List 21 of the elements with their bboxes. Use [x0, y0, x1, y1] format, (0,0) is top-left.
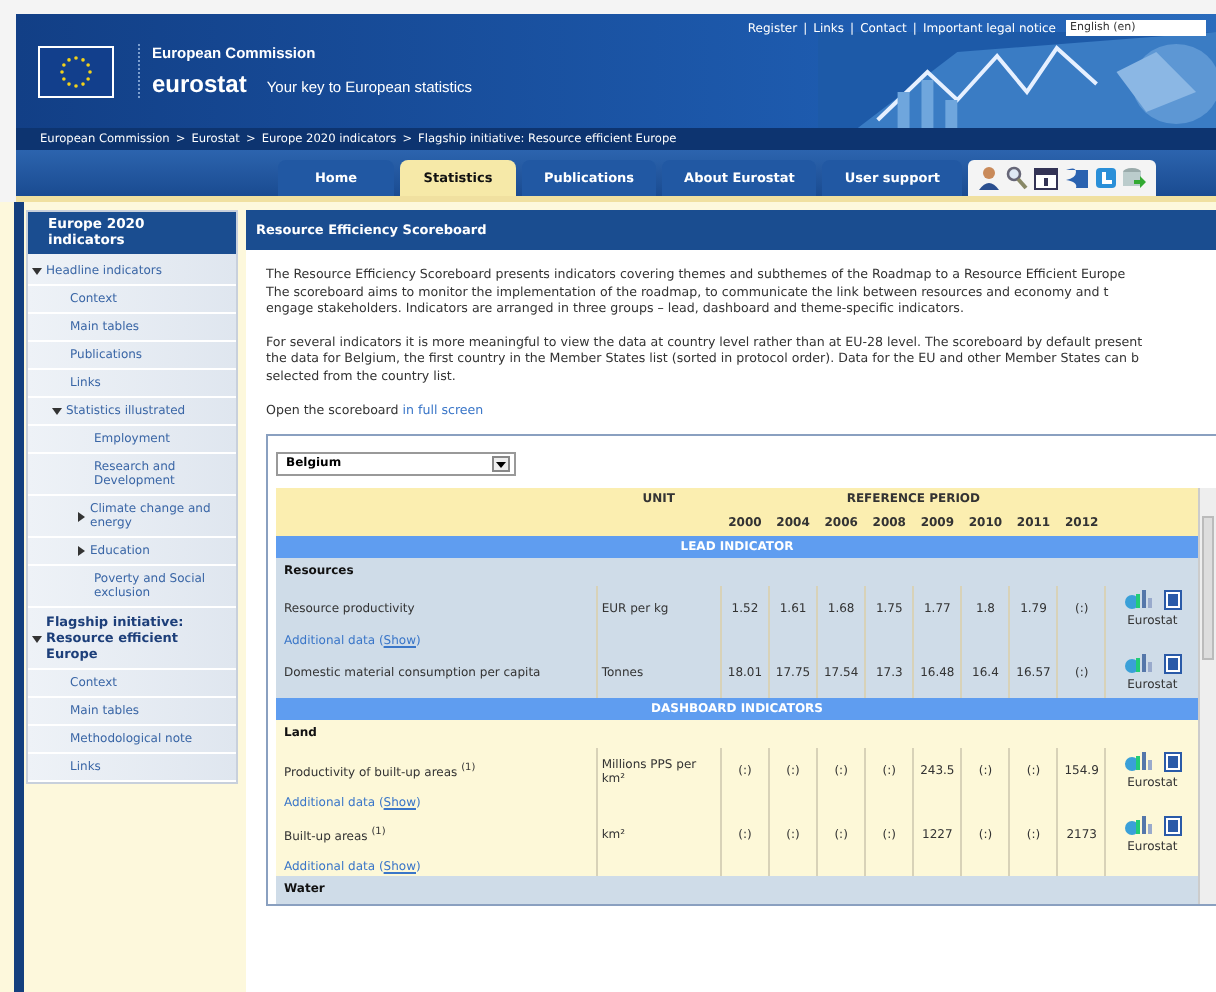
chart-icon[interactable]	[1123, 590, 1152, 611]
document-icon[interactable]	[1163, 752, 1182, 773]
caret-icon[interactable]	[52, 406, 62, 416]
chart-icon[interactable]	[1123, 752, 1152, 773]
calendar-icon[interactable]	[1034, 166, 1059, 190]
caret-icon[interactable]	[76, 511, 86, 521]
database-icon[interactable]	[1122, 166, 1147, 190]
brand-logo[interactable]: eurostat	[152, 70, 247, 98]
flag-icon	[38, 45, 114, 97]
document-icon[interactable]	[1163, 590, 1182, 611]
caret-icon[interactable]	[32, 266, 42, 276]
dropdown-icon[interactable]	[492, 455, 510, 472]
search-icon[interactable]	[1006, 166, 1029, 190]
chart-icon[interactable]	[1123, 654, 1152, 675]
caret-icon[interactable]	[32, 633, 42, 643]
chart-icon[interactable]	[1123, 816, 1152, 837]
document-icon[interactable]	[1163, 816, 1182, 837]
caret-icon[interactable]	[76, 546, 86, 556]
scrollbar[interactable]	[1198, 487, 1216, 904]
person-icon[interactable]	[978, 166, 1001, 190]
document-icon[interactable]	[1163, 654, 1182, 675]
